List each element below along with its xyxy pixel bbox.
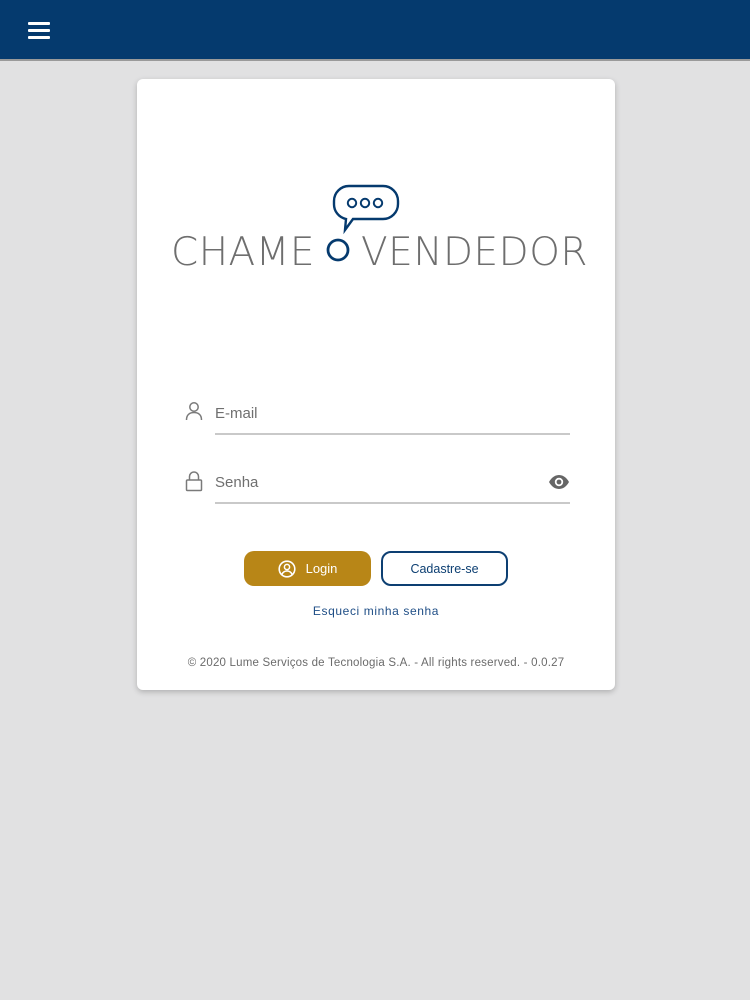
password-field[interactable] xyxy=(185,464,570,504)
login-button[interactable]: Login xyxy=(244,551,371,586)
signup-button[interactable]: Cadastre-se xyxy=(381,551,508,586)
chame-o-vendedor-logo: CHAME VENDEDOR xyxy=(171,182,588,275)
password-underline xyxy=(215,502,570,504)
email-underline xyxy=(215,433,570,435)
copyright-footer: © 2020 Lume Serviços de Tecnologia S.A. … xyxy=(187,657,565,669)
login-button-label: Login xyxy=(305,561,338,576)
email-field[interactable] xyxy=(185,395,570,435)
password-input[interactable] xyxy=(215,468,535,496)
logo-word-right: VENDEDOR xyxy=(361,230,588,275)
top-app-bar xyxy=(0,0,750,61)
lock-icon xyxy=(185,471,203,492)
user-icon xyxy=(185,402,203,421)
user-circle-icon xyxy=(277,559,296,578)
login-card: CHAME VENDEDOR E-mail Login Cadastre-se … xyxy=(137,79,615,690)
signup-button-label: Cadastre-se xyxy=(410,561,479,576)
forgot-password-link[interactable]: Esqueci minha senha xyxy=(137,604,615,618)
hamburger-menu-icon[interactable] xyxy=(28,22,50,40)
eye-icon[interactable] xyxy=(548,474,570,490)
email-input[interactable] xyxy=(215,399,535,427)
logo-word-left: CHAME xyxy=(171,230,316,275)
